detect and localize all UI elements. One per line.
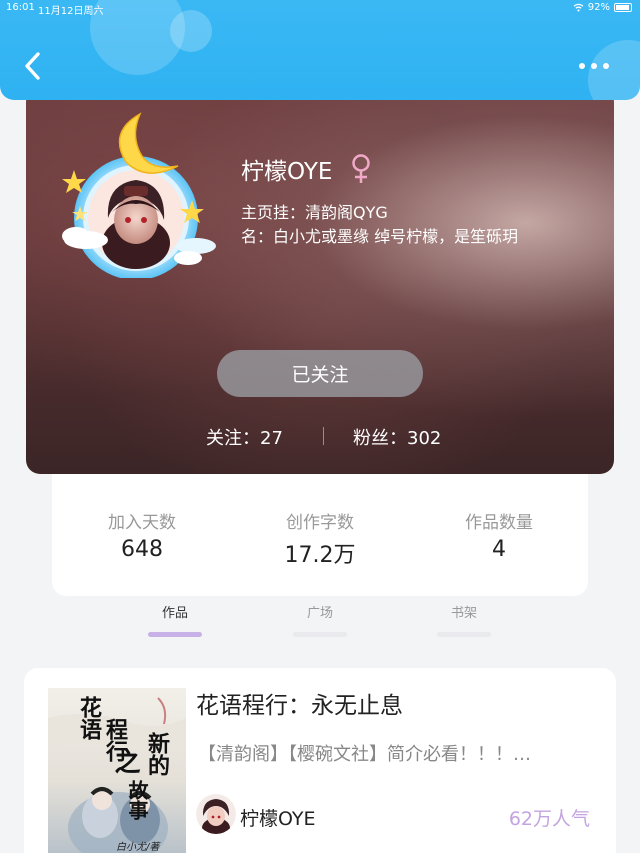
fans-count[interactable]: 粉丝：302 bbox=[353, 424, 441, 450]
top-header: 16:01 11月12日周六 92% bbox=[0, 0, 640, 100]
stat-label: 加入天数 bbox=[108, 513, 176, 533]
cover-title-text: 之 bbox=[110, 748, 140, 774]
decor-bubble bbox=[170, 10, 212, 52]
cover-title-text: 故事 bbox=[125, 780, 149, 820]
work-description: 【清韵阁】【樱碗文社】简介必看！！！… bbox=[198, 744, 531, 765]
tab-square[interactable]: 广场 bbox=[290, 602, 350, 621]
cover-title-text: 新的 bbox=[144, 732, 170, 776]
follow-counts: 关注：27 粉丝：302 bbox=[26, 424, 614, 450]
more-button[interactable] bbox=[574, 56, 614, 76]
author-avatar-icon bbox=[196, 794, 236, 834]
profile-bio-line: 主页挂：清韵阁QYG bbox=[241, 203, 388, 222]
profile-name-row: 柠檬OYE bbox=[241, 152, 372, 186]
divider bbox=[323, 427, 324, 445]
profile-card: 柠檬OYE 主页挂：清韵阁QYG 名：白小尤或墨缘 绰号柠檬，是笙砾玥 已关注 … bbox=[26, 88, 614, 474]
wifi-icon bbox=[573, 3, 584, 12]
stat-works-count: 作品数量 4 bbox=[409, 508, 589, 562]
stat-join-days: 加入天数 648 bbox=[52, 508, 232, 562]
profile-name: 柠檬OYE bbox=[241, 159, 333, 185]
stat-label: 作品数量 bbox=[465, 513, 533, 533]
popularity-count: 62万人气 bbox=[508, 808, 590, 830]
tab-bookshelf[interactable]: 书架 bbox=[434, 602, 494, 621]
stats-card: 加入天数 648 创作字数 17.2万 作品数量 4 bbox=[52, 468, 588, 596]
tab-indicator bbox=[148, 632, 202, 637]
author-name[interactable]: 柠檬OYE bbox=[240, 804, 316, 831]
chevron-left-icon bbox=[25, 52, 40, 80]
stat-label: 创作字数 bbox=[286, 513, 354, 533]
status-time: 16:01 bbox=[6, 2, 35, 13]
avatar[interactable] bbox=[46, 108, 218, 280]
author-avatar[interactable] bbox=[196, 794, 236, 834]
following-count[interactable]: 关注：27 bbox=[206, 424, 283, 450]
female-icon bbox=[352, 154, 371, 183]
tab-bar: 作品 广场 书架 bbox=[0, 596, 640, 640]
cover-author: 白小尤/著 bbox=[116, 842, 160, 853]
more-dots-icon bbox=[579, 63, 585, 69]
avatar-frame-icon bbox=[62, 112, 216, 280]
tab-indicator bbox=[437, 632, 491, 637]
book-cover[interactable]: 花语 程行 之 新的 故事 白小尤/著 bbox=[48, 688, 186, 853]
status-date: 11月12日周六 bbox=[38, 6, 104, 17]
battery-percent: 92% bbox=[587, 2, 610, 13]
cover-title-text: 花语 bbox=[76, 696, 102, 740]
profile-bio-line: 名：白小尤或墨缘 绰号柠檬，是笙砾玥 bbox=[241, 227, 519, 246]
tab-indicator bbox=[293, 632, 347, 637]
stat-value: 17.2万 bbox=[284, 543, 356, 568]
work-title[interactable]: 花语程行：永无止息 bbox=[196, 686, 403, 720]
tab-works[interactable]: 作品 bbox=[145, 602, 205, 621]
status-right: 92% bbox=[573, 2, 632, 13]
stat-value: 648 bbox=[121, 537, 163, 562]
battery-icon bbox=[614, 3, 632, 12]
work-card[interactable]: 花语 程行 之 新的 故事 白小尤/著 花语程行：永无止息 【清韵阁】【樱碗文社… bbox=[24, 668, 616, 853]
stat-value: 4 bbox=[492, 537, 506, 562]
follow-button[interactable]: 已关注 bbox=[217, 350, 423, 397]
status-bar: 16:01 11月12日周六 92% bbox=[0, 0, 640, 17]
back-button[interactable] bbox=[20, 48, 48, 84]
stat-word-count: 创作字数 17.2万 bbox=[230, 508, 410, 569]
